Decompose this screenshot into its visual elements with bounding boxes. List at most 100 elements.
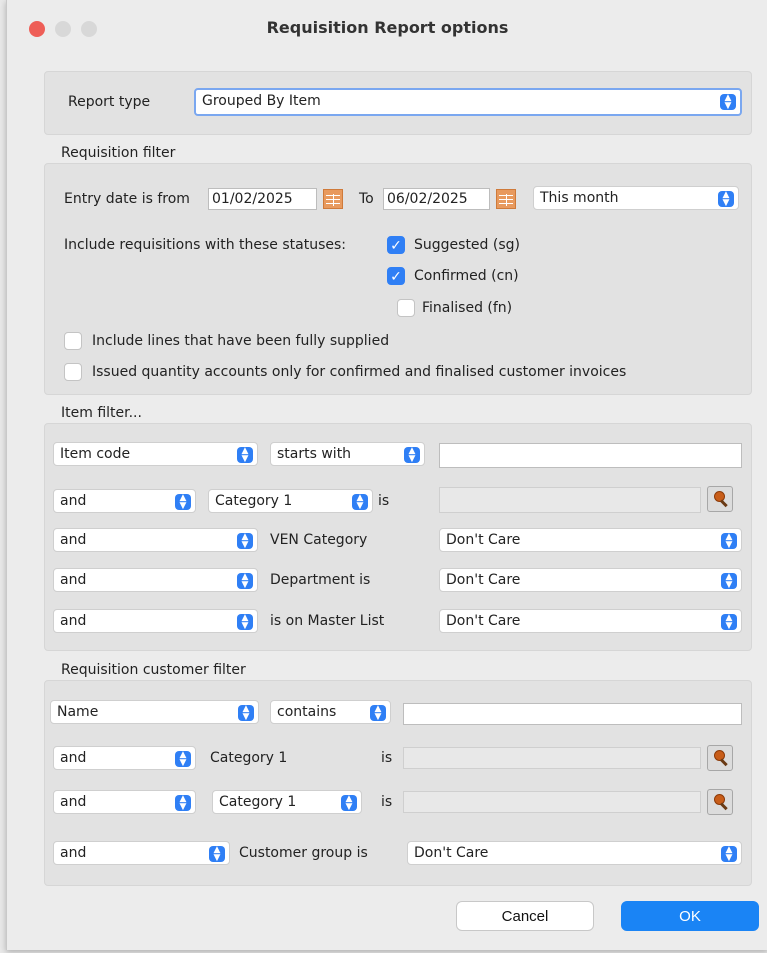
- item-conj-select-5[interactable]: and ▲ ▼: [53, 609, 258, 633]
- entry-date-label: Entry date is from: [64, 191, 190, 207]
- item-conj-select-3[interactable]: and ▲ ▼: [53, 528, 258, 552]
- to-calendar-icon[interactable]: [496, 189, 516, 209]
- to-label: To: [359, 191, 374, 207]
- finalised-label: Finalised (fn): [422, 300, 513, 316]
- department-select[interactable]: Don't Care ▲ ▼: [439, 568, 742, 592]
- customer-conj-select-3[interactable]: and ▲ ▼: [53, 790, 196, 814]
- customer-category-value-field-2: [403, 791, 701, 813]
- from-calendar-icon[interactable]: [323, 189, 343, 209]
- item-filter-panel: Item code ▲ ▼ starts with ▲ ▼ and ▲ ▼ Categ…: [44, 423, 752, 651]
- customer-field-value: Name: [57, 704, 99, 720]
- master-list-select[interactable]: Don't Care ▲ ▼: [439, 609, 742, 633]
- select-arrows-icon: ▲ ▼: [237, 614, 253, 631]
- select-arrows-icon: ▲ ▼: [404, 447, 420, 464]
- item-conj-select-2[interactable]: and ▲ ▼: [53, 489, 196, 513]
- select-arrows-icon: ▲ ▼: [370, 705, 386, 722]
- select-arrows-icon: ▲ ▼: [209, 846, 225, 863]
- period-value: This month: [540, 190, 619, 206]
- item-field-value: Item code: [60, 446, 131, 462]
- requisition-filter-panel: Entry date is from 01/02/2025 To 06/02/2…: [44, 163, 752, 395]
- confirmed-label: Confirmed (cn): [414, 268, 519, 284]
- customer-filter-panel: Name ▲ ▼ contains ▲ ▼ and ▲ ▼ Category 1 is…: [44, 680, 752, 886]
- item-value-input[interactable]: [439, 443, 742, 468]
- customer-category-label: Category 1: [210, 750, 288, 766]
- requisition-filter-title: Requisition filter: [61, 145, 176, 161]
- customer-group-value: Don't Care: [414, 845, 489, 861]
- select-arrows-icon: ▲ ▼: [237, 447, 253, 464]
- master-list-value: Don't Care: [446, 613, 521, 629]
- ven-category-select[interactable]: Don't Care ▲ ▼: [439, 528, 742, 552]
- item-conj-value-5: and: [60, 613, 87, 629]
- master-list-label: is on Master List: [270, 613, 385, 629]
- select-arrows-icon: ▲ ▼: [341, 795, 357, 812]
- ven-category-label: VEN Category: [270, 532, 368, 548]
- item-operator-value: starts with: [277, 446, 352, 462]
- item-conj-select-4[interactable]: and ▲ ▼: [53, 568, 258, 592]
- customer-field-select[interactable]: Name ▲ ▼: [50, 700, 259, 724]
- item-field-select[interactable]: Item code ▲ ▼: [53, 442, 258, 466]
- select-arrows-icon: ▲ ▼: [175, 795, 191, 812]
- report-type-value: Grouped By Item: [202, 93, 321, 109]
- customer-category-select-value: Category 1: [219, 794, 297, 810]
- item-filter-title: Item filter...: [61, 405, 142, 421]
- include-fully-supplied-label: Include lines that have been fully suppl…: [92, 333, 390, 349]
- select-arrows-icon: ▲ ▼: [721, 573, 737, 590]
- ok-button[interactable]: OK: [621, 901, 759, 931]
- item-conj-value-4: and: [60, 572, 87, 588]
- report-type-panel: Report type Grouped By Item ▲ ▼: [44, 71, 752, 135]
- select-arrows-icon: ▲ ▼: [352, 494, 368, 511]
- item-is-label: is: [378, 493, 390, 509]
- customer-filter-title: Requisition customer filter: [61, 662, 246, 678]
- item-category-value-field: [439, 487, 701, 513]
- item-category-select[interactable]: Category 1 ▲ ▼: [208, 489, 373, 513]
- select-arrows-icon: ▲ ▼: [720, 94, 736, 111]
- item-category-value: Category 1: [215, 493, 293, 509]
- report-type-select[interactable]: Grouped By Item ▲ ▼: [194, 88, 742, 116]
- include-fully-supplied-checkbox[interactable]: [64, 332, 82, 350]
- select-arrows-icon: ▲ ▼: [175, 751, 191, 768]
- select-arrows-icon: ▲ ▼: [721, 533, 737, 550]
- statuses-label: Include requisitions with these statuses…: [64, 237, 346, 253]
- from-date-value: 01/02/2025: [212, 191, 293, 207]
- select-arrows-icon: ▲ ▼: [175, 494, 191, 511]
- title-bar: Requisition Report options: [7, 0, 767, 56]
- from-date-field[interactable]: 01/02/2025: [208, 188, 317, 210]
- customer-category-select[interactable]: Category 1 ▲ ▼: [212, 790, 362, 814]
- suggested-label: Suggested (sg): [414, 237, 520, 253]
- customer-category-value-field: [403, 747, 701, 769]
- ven-category-value: Don't Care: [446, 532, 521, 548]
- department-value: Don't Care: [446, 572, 521, 588]
- item-category-lookup-icon[interactable]: [707, 486, 733, 512]
- customer-group-label: Customer group is: [239, 845, 368, 861]
- suggested-checkbox[interactable]: ✓: [387, 236, 405, 254]
- customer-category-lookup-icon-2[interactable]: [707, 789, 733, 815]
- customer-value-input[interactable]: [403, 703, 742, 725]
- customer-operator-value: contains: [277, 704, 337, 720]
- confirmed-checkbox[interactable]: ✓: [387, 267, 405, 285]
- report-options-dialog: Requisition Report options Report type G…: [6, 0, 767, 950]
- customer-category-lookup-icon[interactable]: [707, 745, 733, 771]
- customer-conj-select-2[interactable]: and ▲ ▼: [53, 746, 196, 770]
- to-date-field[interactable]: 06/02/2025: [383, 188, 490, 210]
- issued-confirmed-only-checkbox[interactable]: [64, 363, 82, 381]
- item-conj-value-2: and: [60, 493, 87, 509]
- department-label: Department is: [270, 572, 371, 588]
- customer-conj-value-3: and: [60, 794, 87, 810]
- select-arrows-icon: ▲ ▼: [721, 846, 737, 863]
- cancel-button[interactable]: Cancel: [456, 901, 594, 931]
- period-select[interactable]: This month ▲ ▼: [533, 186, 739, 210]
- finalised-checkbox[interactable]: [397, 299, 415, 317]
- window-title: Requisition Report options: [266, 18, 509, 37]
- select-arrows-icon: ▲ ▼: [718, 191, 734, 208]
- item-conj-value-3: and: [60, 532, 87, 548]
- customer-conj-select-4[interactable]: and ▲ ▼: [53, 841, 230, 865]
- to-date-value: 06/02/2025: [387, 191, 468, 207]
- customer-group-select[interactable]: Don't Care ▲ ▼: [407, 841, 742, 865]
- customer-operator-select[interactable]: contains ▲ ▼: [270, 700, 391, 724]
- select-arrows-icon: ▲ ▼: [237, 573, 253, 590]
- report-type-label: Report type: [68, 94, 151, 110]
- item-operator-select[interactable]: starts with ▲ ▼: [270, 442, 425, 466]
- select-arrows-icon: ▲ ▼: [237, 533, 253, 550]
- select-arrows-icon: ▲ ▼: [721, 614, 737, 631]
- customer-is-label-2: is: [381, 750, 393, 766]
